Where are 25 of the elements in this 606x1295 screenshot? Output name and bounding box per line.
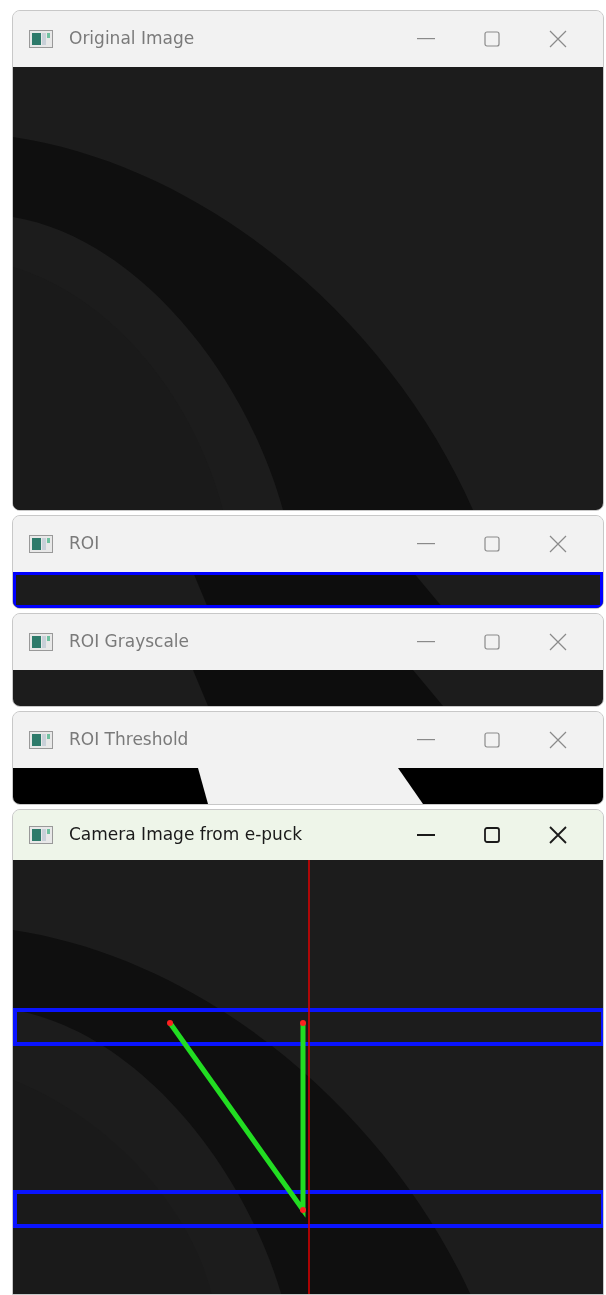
maximize-icon [484, 536, 500, 552]
app-icon [29, 826, 53, 845]
window-title: ROI Threshold [69, 728, 189, 752]
minimize-icon [417, 641, 435, 643]
window-title: ROI [69, 532, 100, 556]
maximize-icon [484, 634, 500, 650]
minimize-icon [417, 38, 435, 40]
close-icon [549, 30, 567, 48]
maximize-icon [484, 732, 500, 748]
close-icon [549, 633, 567, 651]
app-icon [29, 633, 53, 651]
app-icon [29, 731, 53, 749]
maximize-icon [484, 827, 500, 844]
app-icon [29, 30, 53, 48]
window-title: Camera Image from e-puck [69, 823, 303, 847]
window-title: ROI Grayscale [69, 630, 190, 654]
close-icon [549, 731, 567, 749]
minimize-icon [417, 834, 435, 837]
minimize-icon [417, 543, 435, 545]
app-icon [29, 535, 53, 553]
window-title: Original Image [69, 27, 195, 51]
maximize-icon [484, 31, 500, 47]
minimize-icon [417, 739, 435, 741]
close-icon [549, 826, 567, 845]
close-icon [549, 535, 567, 553]
